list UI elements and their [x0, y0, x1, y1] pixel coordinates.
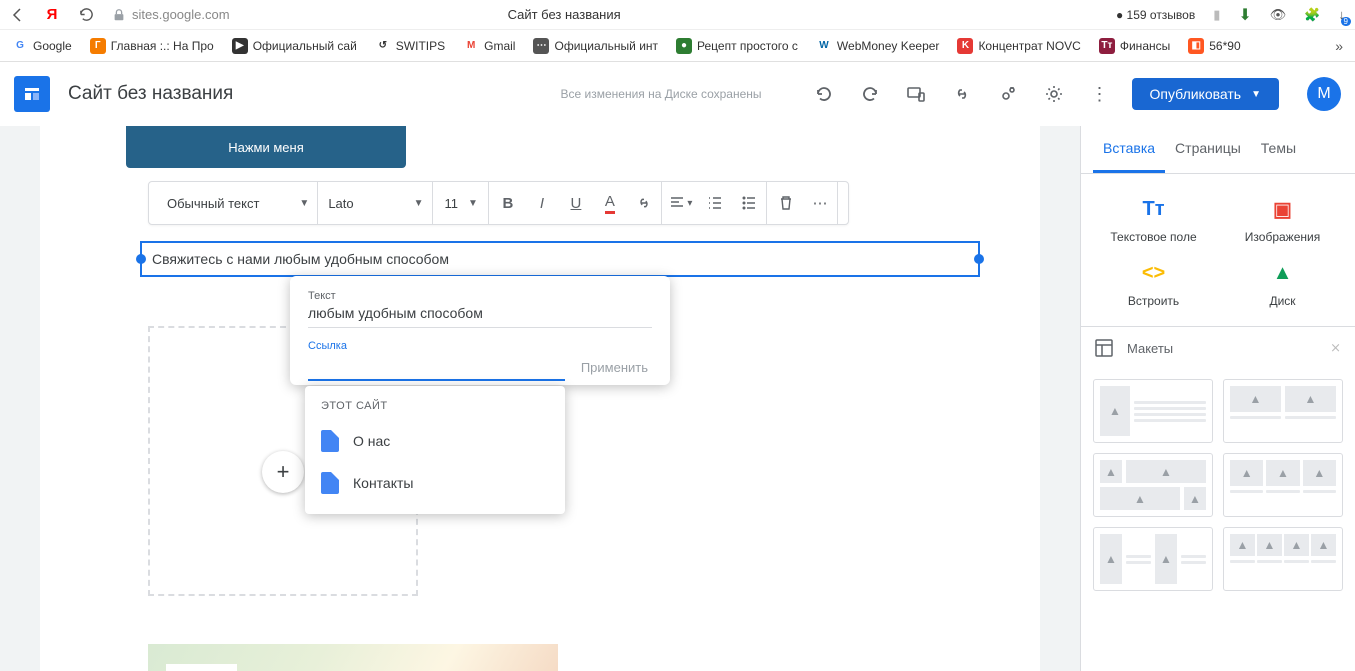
page-icon	[321, 430, 339, 452]
site-title[interactable]: Сайт без названия	[68, 83, 233, 105]
reload-icon[interactable]	[78, 7, 94, 23]
bookmark-item[interactable]: TтФинансы	[1095, 36, 1174, 56]
layout-option[interactable]: ▲▲▲	[1223, 453, 1343, 517]
bookmark-item[interactable]: ГГлавная :.: На Про	[86, 36, 218, 56]
bookmark-item[interactable]: MGmail	[459, 36, 519, 56]
layout-icon	[1095, 339, 1113, 357]
bookmark-item[interactable]: WWebMoney Keeper	[812, 36, 944, 56]
suggestion-about[interactable]: О нас	[305, 420, 565, 462]
link-label: Ссылка	[308, 340, 652, 352]
header-actions: ⋮ Опубликовать▼ M	[810, 77, 1341, 111]
downloads-icon[interactable]: ⬇	[1238, 5, 1251, 25]
apply-link-button[interactable]: Применить	[577, 354, 652, 381]
bookmarks-overflow[interactable]: »	[1331, 36, 1347, 56]
resize-handle-right[interactable]	[974, 254, 984, 264]
tab-themes[interactable]: Темы	[1251, 126, 1306, 173]
text-color-icon[interactable]: A	[593, 182, 627, 224]
layout-option[interactable]: ▲▲	[1223, 379, 1343, 443]
reviews-counter[interactable]: ● 159 отзывов	[1116, 8, 1195, 22]
font-size-select[interactable]: 11▼	[435, 182, 489, 224]
yandex-icon[interactable]: Я	[44, 7, 60, 23]
canvas-area: Нажми меня Обычный текст▼ Lato▼ 11▼ B I …	[0, 126, 1080, 671]
save-status: Все изменения на Диске сохранены	[561, 87, 762, 101]
add-element-button[interactable]: +	[262, 451, 304, 493]
bookmark-icon[interactable]: ▮	[1213, 7, 1220, 23]
insert-Текстовое поле[interactable]: TтТекстовое поле	[1089, 188, 1218, 252]
format-toolbar: Обычный текст▼ Lato▼ 11▼ B I U A ▾	[148, 181, 849, 225]
bookmark-item[interactable]: ●Рецепт простого с	[672, 36, 802, 56]
bookmark-item[interactable]: ▶Официальный сай	[228, 36, 361, 56]
bold-icon[interactable]: B	[491, 182, 525, 224]
browser-toolbar: Я sites.google.com Сайт без названия ● 1…	[0, 0, 1355, 30]
page-icon	[321, 472, 339, 494]
page-button[interactable]: Нажми меня	[126, 126, 406, 168]
link-icon[interactable]	[948, 80, 976, 108]
sidepanel-tabs: Вставка Страницы Темы	[1081, 126, 1355, 174]
avatar[interactable]: M	[1307, 77, 1341, 111]
link-editor-popup: Текст любым удобным способом Ссылка Прим…	[290, 276, 670, 385]
settings-icon[interactable]	[1040, 80, 1068, 108]
align-icon[interactable]: ▾	[664, 182, 698, 224]
map-city-label: Москва	[166, 664, 237, 671]
layout-option[interactable]: ▲▲▲▲	[1223, 527, 1343, 591]
download-badge-icon[interactable]: ↓9	[1339, 7, 1346, 22]
map-embed[interactable]: Москва Сергиев	[148, 644, 558, 671]
selected-text-block[interactable]: Свяжитесь с нами любым удобным способом	[140, 241, 980, 277]
layout-option[interactable]: ▲	[1093, 379, 1213, 443]
bookmark-item[interactable]: ⋯Официальный инт	[529, 36, 662, 56]
text-label: Текст	[308, 290, 652, 302]
insert-Изображения[interactable]: ▣Изображения	[1218, 188, 1347, 252]
close-section-icon[interactable]: ⨯	[1330, 340, 1341, 356]
bookmark-item[interactable]: KКонцентрат NOVC	[953, 36, 1084, 56]
sites-logo-icon[interactable]	[14, 76, 50, 112]
tab-insert[interactable]: Вставка	[1093, 126, 1165, 173]
bookmarks-bar: GGoogle ГГлавная :.: На Про ▶Официальный с…	[0, 30, 1355, 62]
tab-pages[interactable]: Страницы	[1165, 126, 1251, 173]
app-header: Сайт без названия Все изменения на Диске…	[0, 62, 1355, 126]
text-content: Свяжитесь с нами любым удобным способом	[152, 251, 449, 267]
layouts-grid: ▲ ▲▲ ▲▲▲▲ ▲▲▲ ▲▲ ▲▲▲▲	[1081, 369, 1355, 601]
extensions-icon[interactable]: 🧩	[1304, 7, 1320, 23]
bullet-list-icon[interactable]	[732, 182, 766, 224]
layout-option[interactable]: ▲▲▲▲	[1093, 453, 1213, 517]
url-host: sites.google.com	[132, 7, 230, 22]
text-style-select[interactable]: Обычный текст▼	[159, 182, 318, 224]
back-icon[interactable]	[10, 7, 26, 23]
publish-button[interactable]: Опубликовать▼	[1132, 78, 1279, 110]
layout-option[interactable]: ▲▲	[1093, 527, 1213, 591]
font-select[interactable]: Lato▼	[320, 182, 432, 224]
numbered-list-icon[interactable]	[698, 182, 732, 224]
bookmark-item[interactable]: ↺SWITIPS	[371, 36, 449, 56]
insert-link-icon[interactable]	[627, 182, 661, 224]
insert-Встроить[interactable]: <>Встроить	[1089, 252, 1218, 316]
redo-icon[interactable]	[856, 80, 884, 108]
insert-Диск[interactable]: ▲Диск	[1218, 252, 1347, 316]
bookmark-item[interactable]: GGoogle	[8, 36, 76, 56]
suggestion-contacts[interactable]: Контакты	[305, 462, 565, 504]
more-format-icon[interactable]: ⋯	[803, 182, 837, 224]
resize-handle-left[interactable]	[136, 254, 146, 264]
layouts-section-header: Макеты ⨯	[1081, 326, 1355, 369]
bookmark-item[interactable]: ◧56*90	[1184, 36, 1244, 56]
undo-icon[interactable]	[810, 80, 838, 108]
more-icon[interactable]: ⋮	[1086, 80, 1114, 108]
suggestions-header: ЭТОТ САЙТ	[305, 396, 565, 420]
link-text-value[interactable]: любым удобным способом	[308, 305, 652, 328]
share-icon[interactable]	[994, 80, 1022, 108]
link-url-input[interactable]	[308, 357, 565, 381]
link-suggestions-popup: ЭТОТ САЙТ О нас Контакты	[305, 386, 565, 514]
delete-icon[interactable]	[769, 182, 803, 224]
address-bar[interactable]: sites.google.com	[112, 7, 230, 22]
lock-icon	[112, 8, 126, 22]
view-icon[interactable]: 👁	[1270, 7, 1287, 23]
underline-icon[interactable]: U	[559, 182, 593, 224]
side-panel: Вставка Страницы Темы TтТекстовое поле▣И…	[1080, 126, 1355, 671]
italic-icon[interactable]: I	[525, 182, 559, 224]
tab-title: Сайт без названия	[508, 7, 621, 22]
preview-icon[interactable]	[902, 80, 930, 108]
